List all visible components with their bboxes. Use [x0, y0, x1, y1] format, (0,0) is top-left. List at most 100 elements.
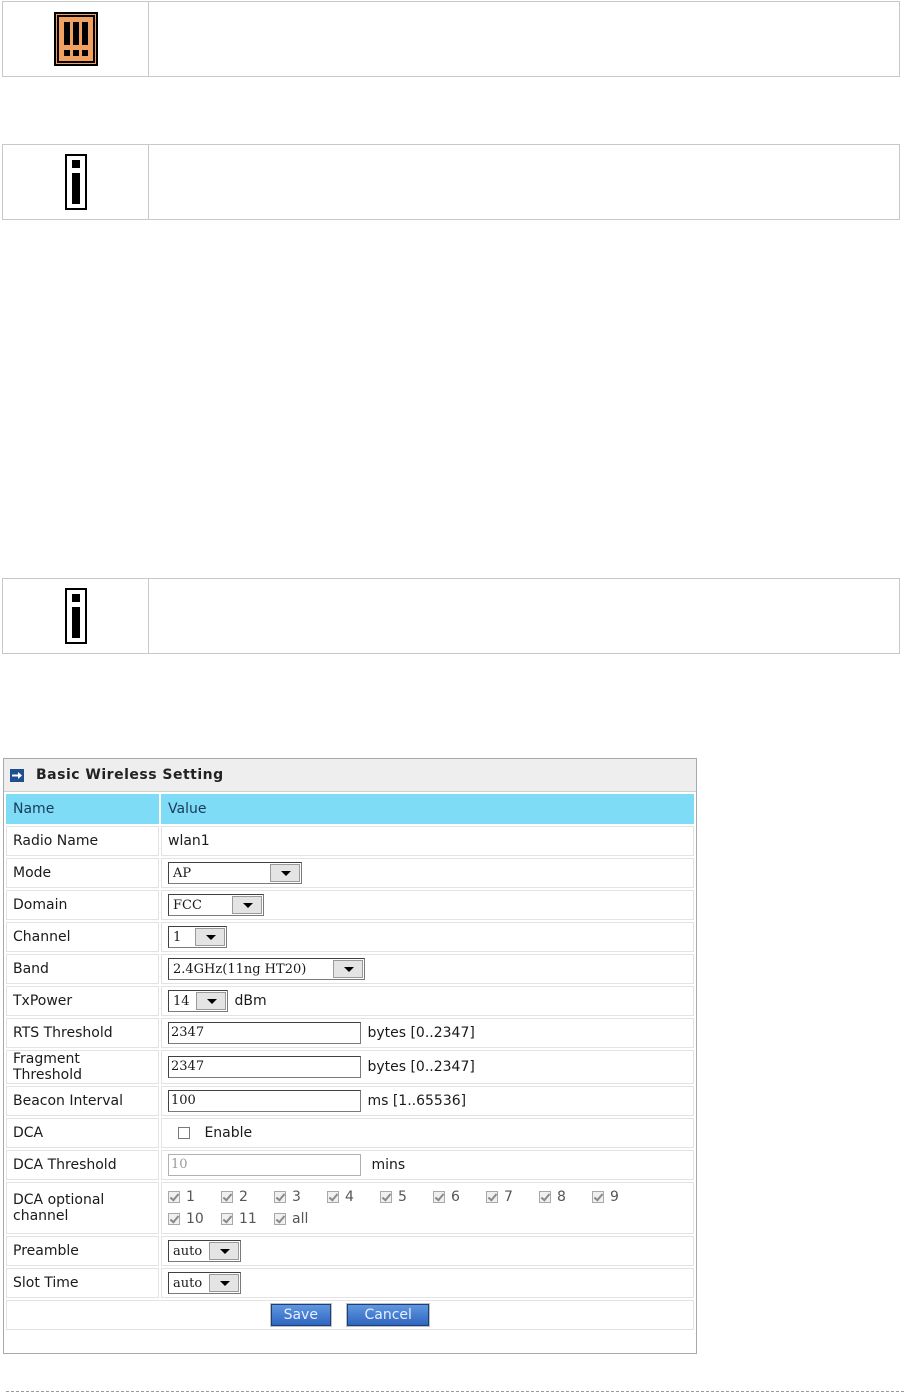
dca-channel-label: 7 — [504, 1189, 513, 1205]
beacon-interval-unit: ms [1..65536] — [367, 1093, 467, 1109]
dca-channel-label: 2 — [239, 1189, 248, 1205]
table-row: DCA Threshold 10 mins — [6, 1150, 694, 1180]
band-cell: 2.4GHz(11ng HT20) — [161, 954, 694, 984]
save-button[interactable]: Save — [269, 1303, 332, 1327]
fragment-threshold-input[interactable]: 2347 — [168, 1056, 361, 1078]
txpower-select[interactable]: 14 — [168, 990, 228, 1012]
preamble-select[interactable]: auto — [168, 1240, 241, 1262]
table-row: Fragment Threshold 2347 bytes [0..2347] — [6, 1050, 694, 1084]
dca-channel-checkbox — [274, 1213, 286, 1225]
dca-channel-label: all — [292, 1211, 309, 1227]
dca-channel-checkbox — [221, 1191, 233, 1203]
slot-time-cell: auto — [161, 1268, 694, 1298]
preamble-cell: auto — [161, 1236, 694, 1266]
slot-time-label: Slot Time — [6, 1268, 159, 1298]
radio-name-value: wlan1 — [161, 826, 694, 856]
dca-channel-label: 3 — [292, 1189, 301, 1205]
dca-channel-checkbox — [486, 1191, 498, 1203]
rts-threshold-label: RTS Threshold — [6, 1018, 159, 1048]
arrow-right-icon — [10, 768, 24, 782]
dca-threshold-label: DCA Threshold — [6, 1150, 159, 1180]
beacon-interval-label: Beacon Interval — [6, 1086, 159, 1116]
domain-cell: FCC — [161, 890, 694, 920]
table-row: RTS Threshold 2347 bytes [0..2347] — [6, 1018, 694, 1048]
chevron-down-icon[interactable] — [209, 1242, 239, 1260]
basic-wireless-setting-panel: Basic Wireless Setting Name Value Radio … — [3, 758, 697, 1354]
mode-select[interactable]: AP — [168, 862, 302, 884]
dca-channel-item: 3 — [274, 1189, 327, 1205]
button-row: Save Cancel — [6, 1300, 694, 1330]
chevron-down-icon[interactable] — [195, 928, 225, 946]
band-select-value: 2.4GHz(11ng HT20) — [173, 961, 307, 977]
warning-icon-cell — [3, 2, 149, 76]
table-row: DCA optional channel 1 2 3 4 5 6 7 8 9 1… — [6, 1182, 694, 1234]
band-label: Band — [6, 954, 159, 984]
dca-channel-checkbox — [274, 1191, 286, 1203]
info-notice — [2, 144, 900, 220]
channel-select-value: 1 — [173, 929, 182, 945]
dca-channel-checkbox — [168, 1213, 180, 1225]
table-header-row: Name Value — [6, 794, 694, 824]
info-text-cell — [149, 145, 899, 219]
table-row: Radio Name wlan1 — [6, 826, 694, 856]
rts-threshold-input[interactable]: 2347 — [168, 1022, 361, 1044]
info-icon-cell — [3, 145, 149, 219]
dca-optional-channel-label: DCA optional channel — [6, 1182, 159, 1234]
slot-time-select[interactable]: auto — [168, 1272, 241, 1294]
slot-time-select-value: auto — [173, 1275, 203, 1291]
chevron-down-icon[interactable] — [196, 992, 226, 1010]
preamble-label: Preamble — [6, 1236, 159, 1266]
dca-channel-item: 1 — [168, 1189, 221, 1205]
domain-select-value: FCC — [173, 897, 202, 913]
dca-channel-checkbox — [168, 1191, 180, 1203]
chevron-down-icon[interactable] — [232, 896, 262, 914]
dca-cell: Enable — [161, 1118, 694, 1148]
panel-title-bar: Basic Wireless Setting — [4, 759, 696, 792]
beacon-interval-input[interactable]: 100 — [168, 1090, 361, 1112]
dca-channel-item: 7 — [486, 1189, 539, 1205]
table-row: Band 2.4GHz(11ng HT20) — [6, 954, 694, 984]
dca-channel-label: 1 — [186, 1189, 195, 1205]
dca-channel-label: 4 — [345, 1189, 354, 1205]
table-row: Beacon Interval 100 ms [1..65536] — [6, 1086, 694, 1116]
fragment-threshold-unit: bytes [0..2347] — [367, 1059, 475, 1075]
dca-channel-checkbox — [327, 1191, 339, 1203]
rts-threshold-unit: bytes [0..2347] — [367, 1025, 475, 1041]
dca-channel-item: 4 — [327, 1189, 380, 1205]
mode-select-value: AP — [173, 865, 192, 881]
table-row: Slot Time auto — [6, 1268, 694, 1298]
domain-select[interactable]: FCC — [168, 894, 264, 916]
dca-enable-checkbox[interactable] — [178, 1127, 190, 1139]
warning-notice — [2, 1, 900, 77]
dca-channel-item: 11 — [221, 1211, 274, 1227]
table-row: Mode AP — [6, 858, 694, 888]
info-icon-cell — [3, 579, 149, 653]
table-row: Channel 1 — [6, 922, 694, 952]
txpower-label: TxPower — [6, 986, 159, 1016]
table-row: Preamble auto — [6, 1236, 694, 1266]
info-icon — [64, 154, 87, 210]
chevron-down-icon[interactable] — [270, 864, 300, 882]
band-select[interactable]: 2.4GHz(11ng HT20) — [168, 958, 365, 980]
dca-channel-checkbox — [433, 1191, 445, 1203]
channel-select[interactable]: 1 — [168, 926, 227, 948]
chevron-down-icon[interactable] — [333, 960, 363, 978]
info-icon — [64, 588, 87, 644]
dca-channel-item: 6 — [433, 1189, 486, 1205]
txpower-select-value: 14 — [173, 993, 190, 1009]
dca-channel-item: all — [274, 1211, 327, 1227]
dca-channel-item: 5 — [380, 1189, 433, 1205]
dca-channel-item: 8 — [539, 1189, 592, 1205]
dca-channel-label: 6 — [451, 1189, 460, 1205]
info-text-cell — [149, 579, 899, 653]
dca-threshold-unit: mins — [371, 1157, 406, 1173]
panel-title: Basic Wireless Setting — [36, 767, 224, 783]
chevron-down-icon[interactable] — [209, 1274, 239, 1292]
dca-channel-item: 9 — [592, 1189, 645, 1205]
mode-cell: AP — [161, 858, 694, 888]
info-notice-2 — [2, 578, 900, 654]
dca-channel-label: 9 — [610, 1189, 619, 1205]
dca-channel-checkbox — [380, 1191, 392, 1203]
radio-name-label: Radio Name — [6, 826, 159, 856]
cancel-button[interactable]: Cancel — [346, 1303, 431, 1327]
